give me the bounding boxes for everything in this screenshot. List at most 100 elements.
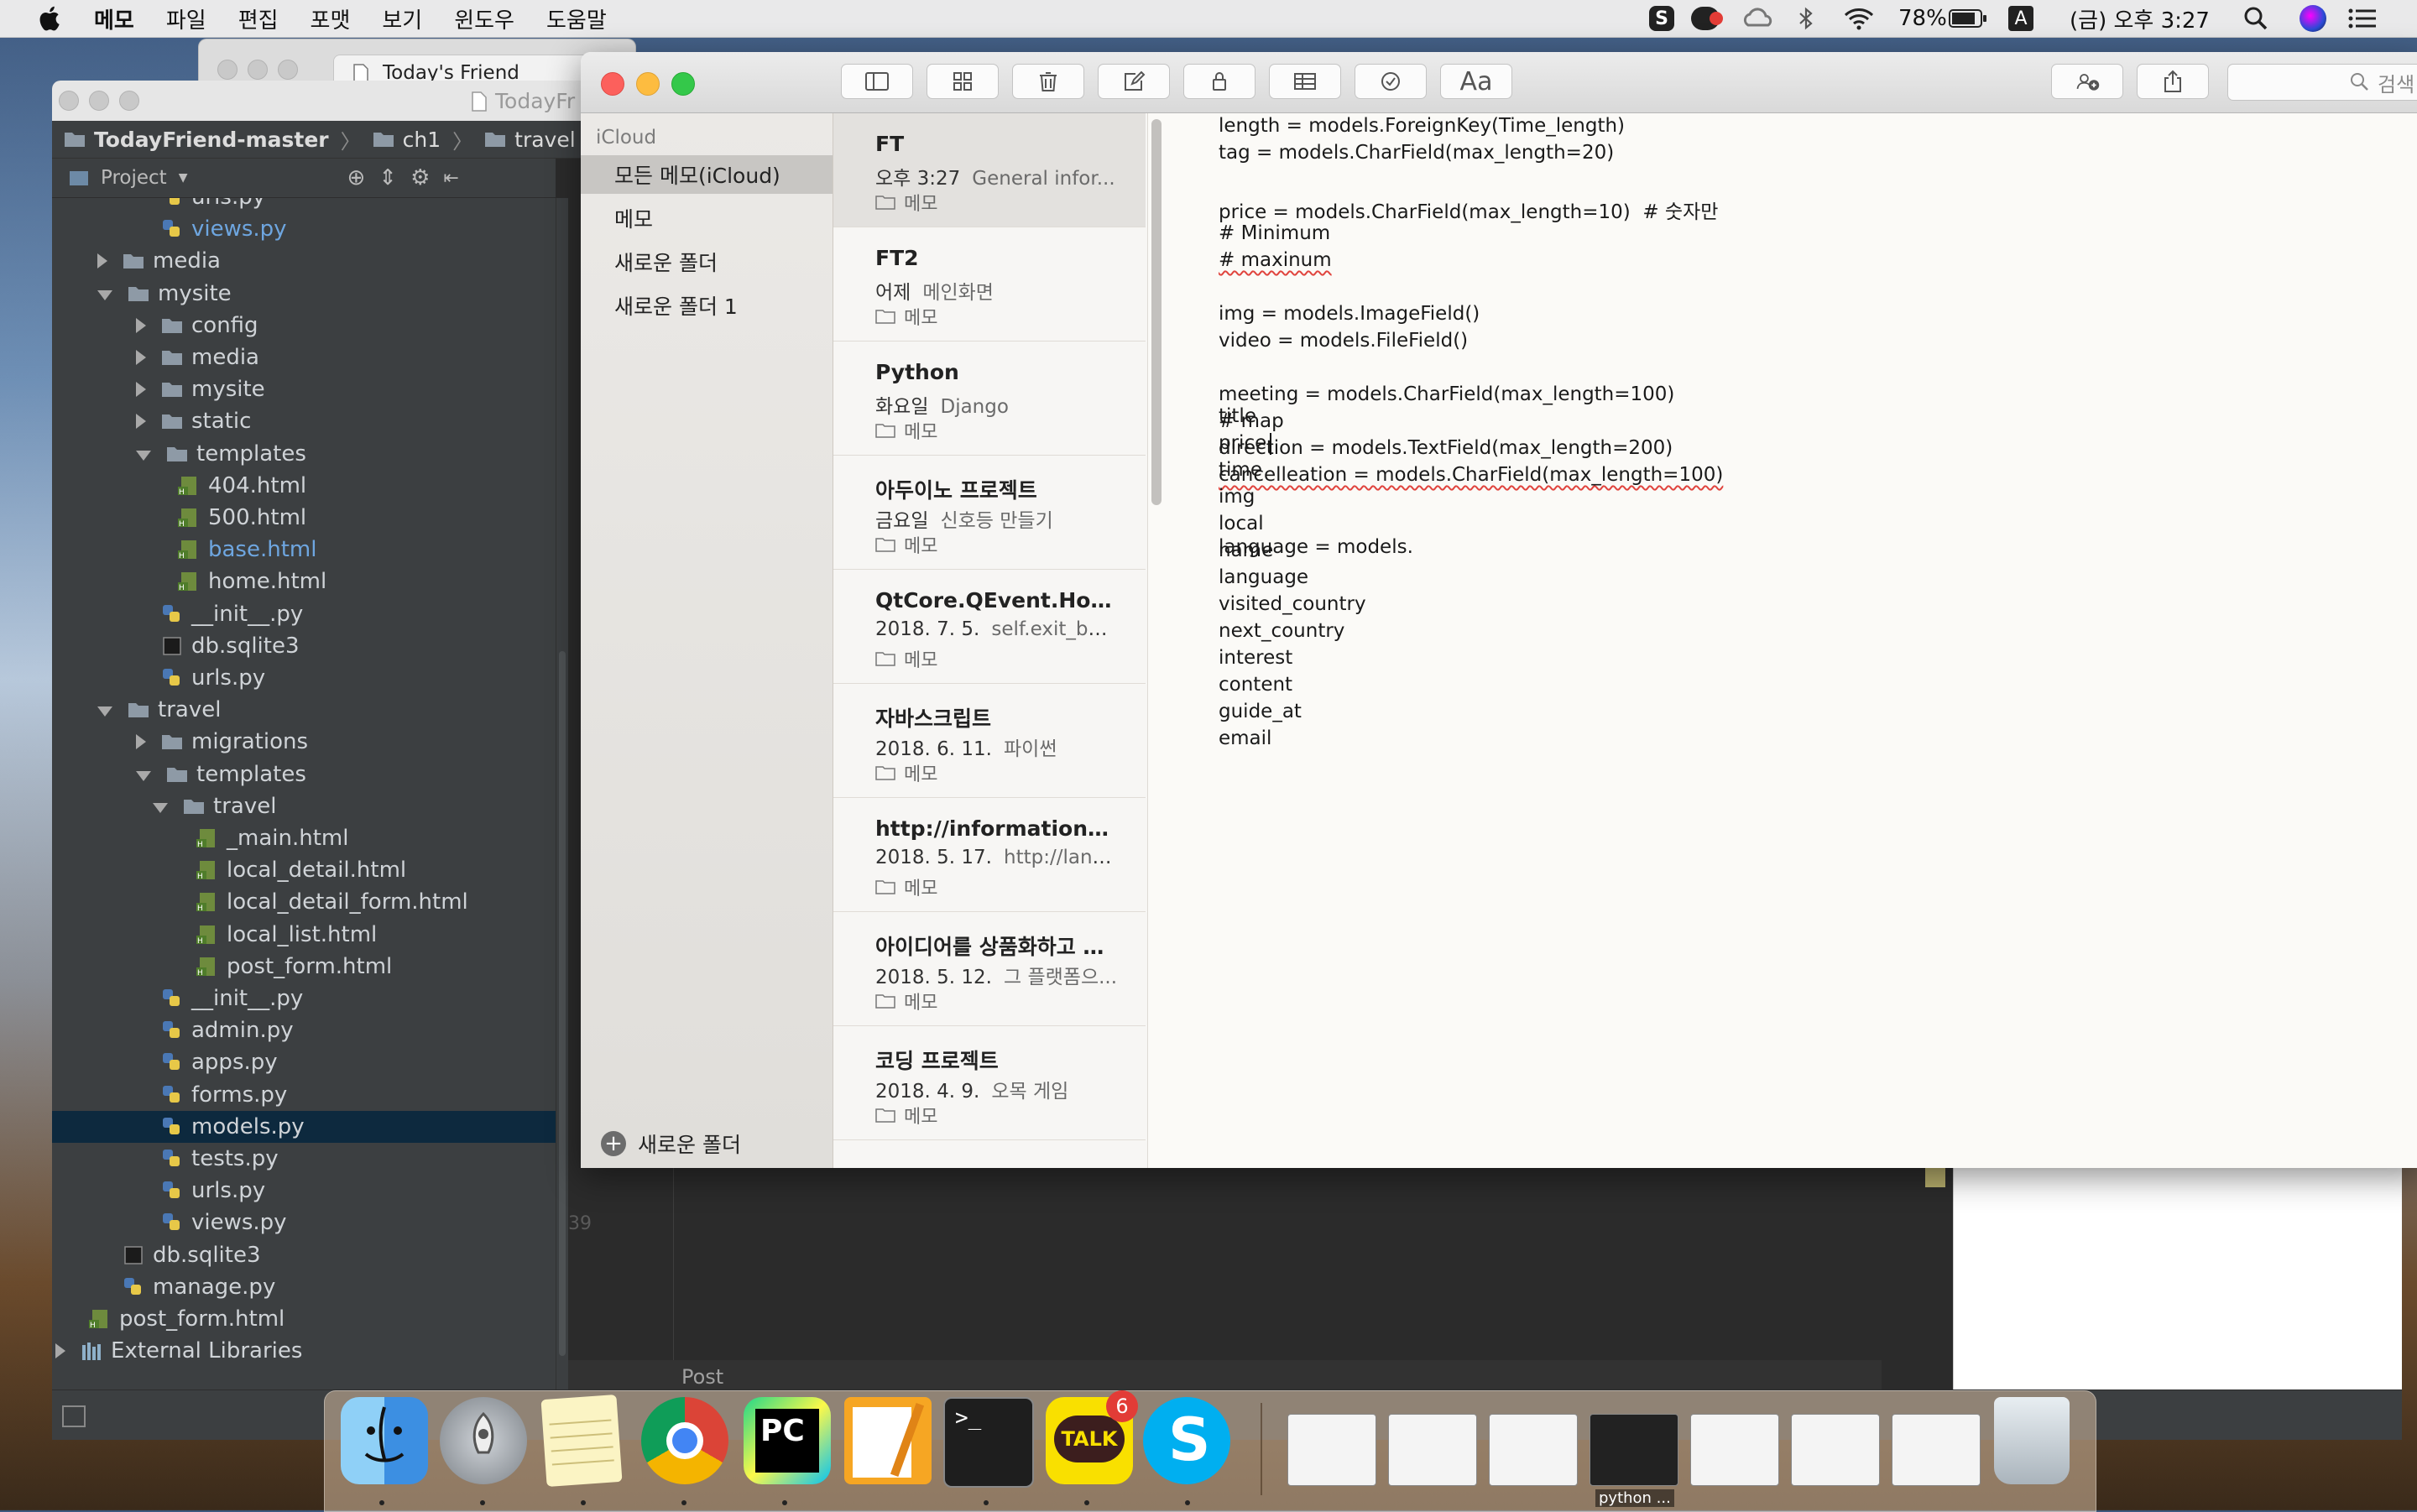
tree-item[interactable]: templates bbox=[52, 438, 556, 470]
delete-button[interactable] bbox=[1012, 64, 1084, 99]
hide-panel-icon[interactable]: ⇤ bbox=[443, 168, 458, 189]
collapse-arrow-icon[interactable] bbox=[136, 382, 146, 398]
tree-item[interactable]: views.py bbox=[52, 1207, 556, 1238]
tree-item[interactable]: Hlocal_detail.html bbox=[52, 854, 556, 886]
siri-icon[interactable] bbox=[2300, 0, 2326, 37]
lock-note-button[interactable] bbox=[1183, 64, 1255, 99]
tree-item[interactable]: templates bbox=[52, 759, 556, 790]
menu-view[interactable]: 보기 bbox=[382, 3, 422, 34]
expand-arrow-icon[interactable] bbox=[136, 770, 151, 781]
project-dropdown-icon[interactable]: ▼ bbox=[179, 171, 188, 185]
pycharm-icon[interactable]: PC bbox=[744, 1397, 831, 1484]
tree-item[interactable]: urls.py bbox=[52, 662, 556, 694]
note-list-item-partial[interactable] bbox=[833, 1140, 1146, 1168]
apple-menu-icon[interactable] bbox=[35, 3, 65, 34]
note-list-item[interactable]: 자바스크립트 2018. 6. 11. 파이썬 메모 bbox=[833, 684, 1146, 798]
zoom-button[interactable] bbox=[671, 72, 695, 96]
note-list-item[interactable]: http://informationhi... 2018. 5. 17. http:… bbox=[833, 798, 1146, 912]
tree-item[interactable]: tests.py bbox=[52, 1143, 556, 1175]
folder-new-folder-1[interactable]: 새로운 폴더 1 bbox=[581, 286, 833, 325]
menu-help[interactable]: 도움말 bbox=[546, 3, 607, 34]
minimized-window-kakao-2[interactable] bbox=[1791, 1414, 1880, 1486]
chat-status-icon[interactable] bbox=[1691, 0, 1723, 37]
minimized-window-skype[interactable] bbox=[1388, 1414, 1477, 1486]
tool-window-icon[interactable] bbox=[62, 1405, 86, 1427]
pycharm-close-button[interactable] bbox=[59, 91, 79, 111]
add-people-button[interactable] bbox=[2051, 64, 2123, 99]
note-list-item[interactable]: Python 화요일 Django 메모 bbox=[833, 342, 1146, 456]
share-button[interactable] bbox=[2137, 64, 2209, 99]
table-button[interactable] bbox=[1269, 64, 1341, 99]
minimized-window-python[interactable]: python ... bbox=[1590, 1414, 1678, 1507]
tree-item[interactable]: mysite bbox=[52, 373, 556, 405]
kakaotalk-icon[interactable]: TALK 6 bbox=[1046, 1390, 1138, 1484]
tree-item[interactable]: Hpost_form.html bbox=[52, 951, 556, 983]
tree-item[interactable]: Hlocal_detail_form.html bbox=[52, 886, 556, 918]
expand-arrow-icon[interactable] bbox=[136, 450, 151, 461]
tree-item[interactable]: __init__.py bbox=[52, 983, 556, 1014]
minimized-window-terminal[interactable] bbox=[1690, 1414, 1779, 1486]
locate-icon[interactable]: ⊕ bbox=[347, 165, 365, 190]
browser-close-button[interactable] bbox=[217, 60, 238, 80]
tree-item[interactable]: H 500.html bbox=[52, 502, 556, 534]
browser-zoom-button[interactable] bbox=[278, 60, 298, 80]
launchpad-icon[interactable] bbox=[440, 1397, 527, 1484]
collapse-arrow-icon[interactable] bbox=[97, 253, 107, 269]
tree-item[interactable]: External Libraries bbox=[52, 1335, 556, 1367]
tree-item[interactable]: mysite bbox=[52, 278, 556, 310]
notification-center-icon[interactable] bbox=[2348, 0, 2377, 37]
new-note-button[interactable] bbox=[1098, 64, 1170, 99]
menu-edit[interactable]: 편집 bbox=[238, 3, 279, 34]
skype-icon[interactable]: S bbox=[1143, 1397, 1230, 1484]
collapse-arrow-icon[interactable] bbox=[136, 414, 146, 430]
minimized-window-finder[interactable] bbox=[1287, 1414, 1376, 1486]
tree-item[interactable]: apps.py bbox=[52, 1046, 556, 1078]
pycharm-minimize-button[interactable] bbox=[89, 91, 109, 111]
menu-format[interactable]: 포맷 bbox=[311, 3, 351, 34]
tree-item[interactable]: Hbase.html bbox=[52, 534, 556, 566]
notes-app-icon[interactable] bbox=[540, 1394, 623, 1488]
tree-item[interactable]: H 404.html bbox=[52, 470, 556, 502]
note-list-item[interactable]: 코딩 프로젝트 2018. 4. 9. 오목 게임 메모 bbox=[833, 1026, 1146, 1140]
tree-item[interactable]: Hpost_form.html bbox=[52, 1303, 556, 1335]
trash-icon[interactable] bbox=[1994, 1397, 2070, 1484]
input-source-icon[interactable]: A bbox=[2008, 0, 2033, 37]
tree-item[interactable]: Hlocal_list.html bbox=[52, 919, 556, 951]
collapse-arrow-icon[interactable] bbox=[55, 1343, 65, 1359]
pages-icon[interactable] bbox=[844, 1397, 932, 1484]
tree-item[interactable]: views.py bbox=[52, 213, 556, 245]
format-button[interactable]: Aa bbox=[1440, 64, 1512, 99]
collapse-icon[interactable]: ⇕ bbox=[378, 165, 397, 190]
expand-arrow-icon[interactable] bbox=[97, 289, 112, 300]
tree-item[interactable]: travel bbox=[52, 790, 556, 822]
note-list-item[interactable]: FT2 어제 메인화면 메모 bbox=[833, 227, 1146, 342]
battery-icon[interactable] bbox=[1949, 0, 1987, 37]
project-panel-label[interactable]: Project bbox=[101, 167, 167, 189]
tree-item[interactable]: admin.py bbox=[52, 1014, 556, 1046]
menu-app-name[interactable]: 메모 bbox=[94, 3, 134, 34]
finder-icon[interactable] bbox=[341, 1397, 428, 1484]
tree-item[interactable]: db.sqlite3 bbox=[52, 630, 556, 662]
folder-notes[interactable]: 메모 bbox=[581, 199, 833, 237]
gallery-view-button[interactable] bbox=[927, 64, 999, 99]
tree-item[interactable]: H _main.html bbox=[52, 822, 556, 854]
terminal-icon[interactable]: >_ bbox=[943, 1397, 1034, 1488]
tree-item[interactable]: forms.py bbox=[52, 1079, 556, 1111]
creative-cloud-icon[interactable] bbox=[1741, 0, 1775, 37]
tree-item[interactable]: urls.py bbox=[52, 198, 556, 213]
tree-item[interactable]: media bbox=[52, 342, 556, 373]
expand-arrow-icon[interactable] bbox=[97, 706, 112, 717]
chrome-icon[interactable] bbox=[641, 1397, 728, 1484]
tree-item[interactable]: urls.py bbox=[52, 1175, 556, 1207]
tree-item[interactable]: config bbox=[52, 310, 556, 342]
menu-file[interactable]: 파일 bbox=[166, 3, 206, 34]
minimized-window-kakao-3[interactable] bbox=[1892, 1414, 1981, 1486]
tree-item[interactable]: static bbox=[52, 405, 556, 437]
editor-context-label[interactable]: Post bbox=[681, 1365, 723, 1389]
tree-item[interactable]: db.sqlite3 bbox=[52, 1239, 556, 1271]
new-folder-button[interactable]: + 새로운 폴더 bbox=[601, 1129, 741, 1159]
pycharm-zoom-button[interactable] bbox=[119, 91, 139, 111]
note-body[interactable]: length = models.ForeignKey(Time_length) t… bbox=[1171, 113, 2417, 1168]
note-list-item[interactable]: QtCore.QEvent.Hov... 2018. 7. 5. self.exit… bbox=[833, 570, 1146, 684]
spotlight-icon[interactable] bbox=[2243, 0, 2268, 37]
